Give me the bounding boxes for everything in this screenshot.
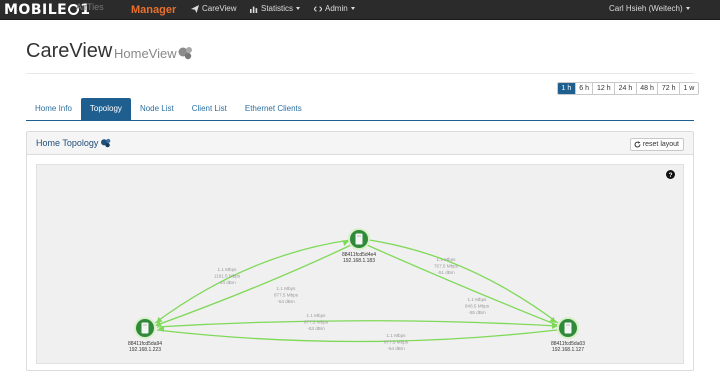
link-label: 1.1 Mbps: [277, 286, 297, 291]
tab-home-info[interactable]: Home Info: [26, 98, 81, 120]
link-label: -53 dBm: [307, 326, 325, 331]
tab-ethernet-clients[interactable]: Ethernet Clients: [236, 98, 311, 120]
panel-heading: Home Topology reset layout: [27, 132, 693, 155]
topology-canvas[interactable]: ? 1.1 Mbps 1191.5 Mbps -44 dBm 1.1 Mbps 877.…: [36, 164, 684, 364]
tab-client-list[interactable]: Client List: [183, 98, 236, 120]
link-label: 877.5 Mbps: [304, 320, 329, 325]
tab-node-list[interactable]: Node List: [131, 98, 183, 120]
code-icon: [314, 5, 322, 12]
bar-chart-icon: [250, 6, 258, 13]
header-divider: [26, 73, 694, 74]
router-icon: [141, 322, 149, 334]
nav-statistics-label: Statistics: [261, 4, 294, 13]
time-range-button[interactable]: 1 h: [558, 83, 575, 94]
time-range-button[interactable]: 1 w: [678, 83, 698, 94]
paper-plane-icon: [191, 4, 199, 13]
chevron-down-icon: [296, 7, 301, 10]
nav-admin-label: Admin: [325, 4, 348, 13]
top-navbar: MOBILE 1 AirTies Manager CareView Statist…: [0, 0, 720, 20]
page-subtitle: HomeView: [114, 46, 177, 61]
time-range-button[interactable]: 12 h: [592, 83, 615, 94]
router-icon: [564, 322, 572, 334]
reset-layout-button[interactable]: reset layout: [629, 138, 684, 151]
link-line: [156, 320, 558, 328]
link-label: 767.5 Mbps: [434, 264, 459, 269]
link-line: [156, 329, 558, 343]
node-ip: 192.168.1.223: [129, 347, 161, 353]
node-ip: 192.168.1.183: [343, 258, 375, 264]
time-range-button[interactable]: 24 h: [614, 83, 636, 94]
link-label: -55 dBm: [468, 310, 486, 315]
link-line: [368, 239, 559, 324]
nav-statistics[interactable]: Statistics: [250, 4, 301, 13]
tab-bar: Home Info Topology Node List Client List Eth…: [26, 98, 694, 121]
node-ip: 192.168.1.127: [552, 347, 584, 353]
topology-link[interactable]: 1.1 Mbps 846.5 Mbps-55 dBm: [366, 244, 558, 326]
nav-careview-label: CareView: [202, 4, 237, 13]
topology-node[interactable]: 88411fcd5da03192.168.1.127: [551, 317, 585, 353]
page-title: CareView: [26, 40, 113, 62]
link-label: 877.5 Mbps: [384, 340, 409, 345]
time-range-button[interactable]: 6 h: [574, 83, 593, 94]
time-range-button[interactable]: 48 h: [635, 83, 658, 94]
time-range-button[interactable]: 72 h: [657, 83, 679, 94]
topology-link[interactable]: 1.1 Mbps 877.5 Mbps-54 dBm: [156, 329, 558, 351]
user-menu[interactable]: Carl Hsieh (Weitech): [609, 4, 690, 13]
router-icon: [355, 233, 363, 245]
link-line: [154, 239, 351, 324]
user-name: Carl Hsieh (Weitech): [609, 4, 683, 13]
link-label: 1.1 Mbps: [387, 333, 407, 338]
brand-sub-text: AirTies: [76, 2, 104, 12]
link-label: 1.1 Mbps: [218, 267, 238, 272]
tab-topology[interactable]: Topology: [80, 98, 131, 120]
sitemap-icon: [178, 47, 192, 60]
link-line: [366, 244, 558, 326]
nav-admin[interactable]: Admin: [314, 4, 355, 13]
link-label: -54 dBm: [277, 299, 295, 304]
nav-careview[interactable]: CareView: [191, 4, 237, 13]
link-label: 1.1 Mbps: [437, 257, 457, 262]
link-label: 846.5 Mbps: [465, 304, 490, 309]
topology-node[interactable]: 88411fcd5d4e4192.168.1.183: [342, 228, 376, 264]
link-label: -54 dBm: [387, 346, 405, 351]
link-label: 1.1 Mbps: [468, 297, 488, 302]
sitemap-icon: [101, 138, 111, 148]
chevron-down-icon: [685, 7, 690, 10]
home-topology-panel: Home Topology reset layout ? 1.1 Mbps 119…: [26, 131, 694, 371]
topology-link[interactable]: 1.1 Mbps 767.5 Mbps-51 dBm: [368, 239, 559, 324]
time-range-selector: 1 h6 h 12 h 24 h 48 h 72 h1 w: [557, 82, 699, 95]
reset-layout-label: reset layout: [642, 141, 679, 148]
topology-graph[interactable]: 1.1 Mbps 1191.5 Mbps-44 dBm 1.1 Mbps 877.5 …: [37, 165, 685, 365]
chevron-down-icon: [350, 7, 355, 10]
link-label: 1191.5 Mbps: [214, 274, 241, 279]
link-label: -44 dBm: [218, 280, 236, 285]
topology-link[interactable]: 1.1 Mbps 1191.5 Mbps-44 dBm: [154, 239, 351, 324]
panel-title: Home Topology: [36, 138, 99, 148]
brand-manager-text: Manager: [131, 4, 177, 16]
link-label: -51 dBm: [437, 270, 455, 275]
refresh-icon: [634, 141, 641, 148]
topology-link[interactable]: 1.1 Mbps 877.5 Mbps-53 dBm: [156, 313, 558, 331]
link-label: 877.5 Mbps: [274, 293, 299, 298]
link-label: 1.1 Mbps: [307, 313, 327, 318]
